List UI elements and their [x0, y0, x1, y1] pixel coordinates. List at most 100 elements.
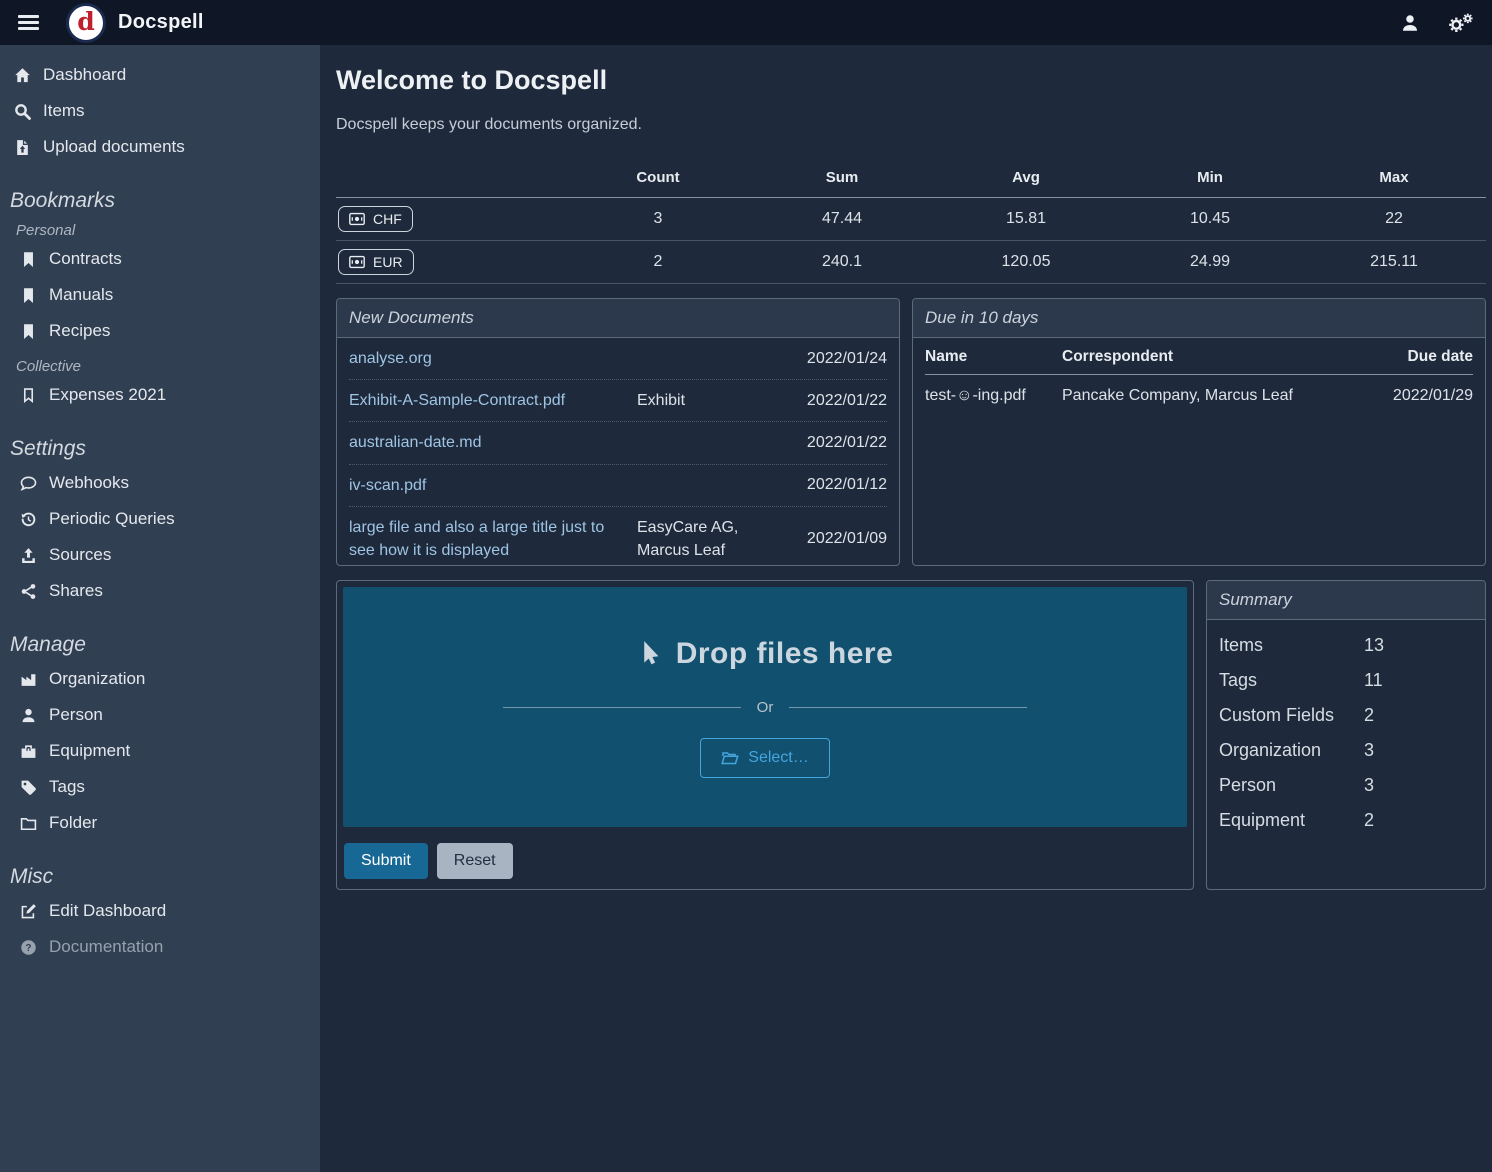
document-link[interactable]: iv-scan.pdf	[349, 474, 637, 497]
document-date: 2022/01/12	[792, 476, 887, 494]
due-header-date: Due date	[1363, 338, 1473, 375]
sidebar-item-label: Edit Dashboard	[49, 901, 166, 921]
currency-label: EUR	[373, 254, 403, 270]
drop-title: Drop files here	[637, 637, 894, 671]
upload-panel: Drop files here Or Select… Submit Reset	[336, 580, 1194, 890]
sidebar: Dasbhoard Items Upload documents Bookmar…	[0, 45, 320, 1172]
summary-label: Equipment	[1219, 810, 1364, 831]
bookmarks-collective-title: Collective	[0, 358, 320, 375]
mouse-pointer-icon	[637, 640, 661, 668]
stats-row-chf: CHF 3 47.44 15.81 10.45 22	[336, 198, 1486, 241]
comment-icon	[20, 475, 37, 492]
sidebar-item-folder[interactable]: Folder	[0, 805, 320, 841]
due-table: Name Correspondent Due date test-☺-ing.p…	[925, 338, 1473, 417]
sidebar-item-manuals[interactable]: Manuals	[0, 277, 320, 313]
document-link[interactable]: australian-date.md	[349, 431, 637, 454]
sidebar-item-recipes[interactable]: Recipes	[0, 313, 320, 349]
brand: d Docspell	[66, 3, 204, 43]
sidebar-item-label: Dasbhoard	[43, 65, 126, 85]
summary-title: Summary	[1207, 581, 1485, 620]
sidebar-item-contracts[interactable]: Contracts	[0, 241, 320, 277]
bookmark-icon	[20, 323, 37, 340]
stat-min: 24.99	[1118, 241, 1302, 284]
sidebar-item-label: Sources	[49, 545, 111, 565]
svg-text:?: ?	[25, 943, 31, 954]
sidebar-item-shares[interactable]: Shares	[0, 573, 320, 609]
summary-row: Person 3	[1219, 768, 1473, 803]
sidebar-item-expenses-2021[interactable]: Expenses 2021	[0, 377, 320, 413]
due-panel-title: Due in 10 days	[913, 299, 1485, 338]
stats-header-count: Count	[566, 160, 750, 198]
sidebar-item-upload-documents[interactable]: Upload documents	[0, 129, 320, 165]
sidebar-item-label: Contracts	[49, 249, 122, 269]
sidebar-item-webhooks[interactable]: Webhooks	[0, 465, 320, 501]
bookmarks-section-title: Bookmarks	[0, 189, 320, 213]
settings-section-title: Settings	[0, 437, 320, 461]
stat-sum: 240.1	[750, 241, 934, 284]
stat-max: 215.11	[1302, 241, 1486, 284]
currency-badge-eur[interactable]: EUR	[338, 249, 414, 275]
sidebar-item-label: Equipment	[49, 741, 130, 761]
sidebar-item-dashboard[interactable]: Dasbhoard	[0, 57, 320, 93]
stat-avg: 120.05	[934, 241, 1118, 284]
sidebar-item-items[interactable]: Items	[0, 93, 320, 129]
stats-header-min: Min	[1118, 160, 1302, 198]
user-icon[interactable]	[1400, 13, 1420, 33]
sidebar-item-edit-dashboard[interactable]: Edit Dashboard	[0, 893, 320, 929]
summary-value: 13	[1364, 635, 1384, 656]
due-correspondent: Pancake Company, Marcus Leaf	[1062, 375, 1363, 418]
file-upload-icon	[14, 139, 31, 156]
sidebar-item-label: Organization	[49, 669, 145, 689]
bookmarks-personal-title: Personal	[0, 222, 320, 239]
sidebar-item-periodic-queries[interactable]: Periodic Queries	[0, 501, 320, 537]
stat-count: 2	[566, 241, 750, 284]
stats-header-empty	[336, 160, 566, 198]
search-icon	[14, 103, 31, 120]
summary-value: 3	[1364, 740, 1374, 761]
sidebar-item-label: Items	[43, 101, 85, 121]
stat-max: 22	[1302, 198, 1486, 241]
folder-open-icon	[721, 750, 739, 766]
due-date: 2022/01/29	[1363, 375, 1473, 418]
submit-button[interactable]: Submit	[344, 843, 428, 879]
document-correspondent: Exhibit	[637, 389, 792, 412]
summary-label: Person	[1219, 775, 1364, 796]
select-files-button[interactable]: Select…	[700, 738, 829, 778]
stat-min: 10.45	[1118, 198, 1302, 241]
new-documents-title: New Documents	[337, 299, 899, 338]
currency-badge-chf[interactable]: CHF	[338, 206, 413, 232]
sidebar-item-documentation[interactable]: ? Documentation	[0, 929, 320, 965]
stats-header-sum: Sum	[750, 160, 934, 198]
sidebar-item-equipment[interactable]: Equipment	[0, 733, 320, 769]
document-link[interactable]: Exhibit-A-Sample-Contract.pdf	[349, 389, 637, 412]
document-row: analyse.org 2022/01/24	[349, 338, 887, 380]
summary-row: Items 13	[1219, 628, 1473, 663]
sidebar-item-label: Manuals	[49, 285, 113, 305]
question-circle-icon: ?	[20, 939, 37, 956]
file-dropzone[interactable]: Drop files here Or Select…	[343, 587, 1187, 827]
upload-icon	[20, 547, 37, 564]
briefcase-icon	[20, 743, 37, 760]
document-link[interactable]: analyse.org	[349, 347, 637, 370]
summary-row: Tags 11	[1219, 663, 1473, 698]
document-correspondent: EasyCare AG, Marcus Leaf	[637, 516, 792, 562]
drop-label: Drop files here	[676, 637, 894, 671]
sidebar-item-tags[interactable]: Tags	[0, 769, 320, 805]
or-divider: Or	[503, 699, 1026, 716]
home-icon	[14, 67, 31, 84]
currency-label: CHF	[373, 211, 402, 227]
sidebar-item-label: Person	[49, 705, 103, 725]
cogs-icon[interactable]	[1446, 12, 1474, 34]
summary-row: Equipment 2	[1219, 803, 1473, 838]
stat-sum: 47.44	[750, 198, 934, 241]
menu-icon[interactable]	[18, 15, 39, 30]
sidebar-item-sources[interactable]: Sources	[0, 537, 320, 573]
document-link[interactable]: large file and also a large title just t…	[349, 516, 637, 562]
due-document-link[interactable]: test-☺-ing.pdf	[925, 375, 1062, 418]
reset-button[interactable]: Reset	[437, 843, 513, 879]
sidebar-item-person[interactable]: Person	[0, 697, 320, 733]
sidebar-item-organization[interactable]: Organization	[0, 661, 320, 697]
document-date: 2022/01/24	[792, 350, 887, 368]
sidebar-item-label: Recipes	[49, 321, 110, 341]
stats-header-max: Max	[1302, 160, 1486, 198]
